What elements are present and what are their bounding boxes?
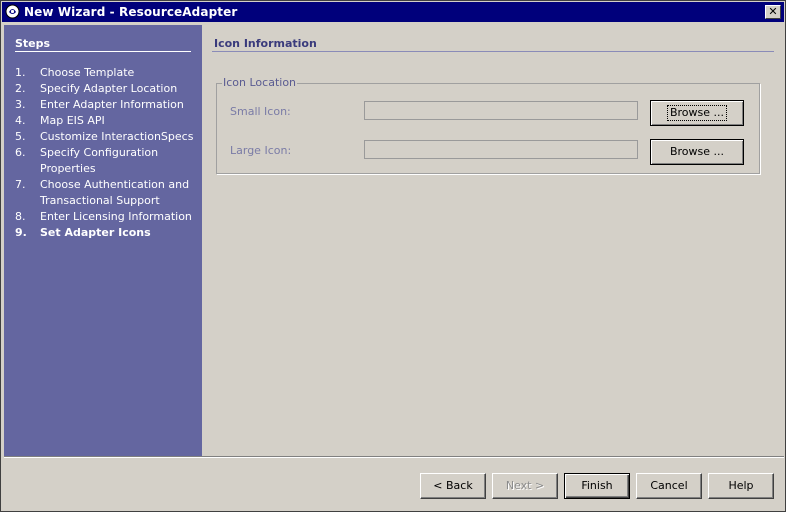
large-icon-field[interactable]: [364, 140, 638, 159]
app-icon: [5, 4, 20, 19]
step-item: 9. Set Adapter Icons: [15, 225, 200, 241]
main-panel: Icon Information Icon Location Small Ico…: [202, 25, 784, 456]
step-number: 7.: [15, 178, 26, 191]
step-item: 4. Map EIS API: [15, 113, 200, 129]
icon-location-group: Icon Location Small Icon: Browse ... Lar…: [216, 76, 760, 174]
step-label: Specify Configuration Properties: [40, 146, 159, 175]
large-icon-browse-label: Browse ...: [669, 145, 725, 158]
wizard-window: New Wizard - ResourceAdapter ✕ Steps 1. C…: [0, 0, 786, 512]
step-item: 6. Specify Configuration Properties: [15, 145, 200, 177]
small-icon-browse-button[interactable]: Browse ...: [650, 100, 744, 126]
step-item: 2. Specify Adapter Location: [15, 81, 200, 97]
step-item: 8. Enter Licensing Information: [15, 209, 200, 225]
back-button[interactable]: < Back: [420, 473, 486, 499]
finish-button[interactable]: Finish: [564, 473, 630, 499]
step-number: 5.: [15, 130, 26, 143]
step-label: Enter Licensing Information: [40, 210, 192, 223]
step-number: 1.: [15, 66, 26, 79]
window-title: New Wizard - ResourceAdapter: [24, 5, 238, 19]
step-item: 1. Choose Template: [15, 65, 200, 81]
step-label: Enter Adapter Information: [40, 98, 184, 111]
small-icon-field[interactable]: [364, 101, 638, 120]
cancel-button[interactable]: Cancel: [636, 473, 702, 499]
small-icon-browse-label: Browse ...: [666, 105, 728, 121]
step-label: Choose Authentication and Transactional …: [40, 178, 190, 207]
step-label: Customize InteractionSpecs: [40, 130, 194, 143]
large-icon-browse-button[interactable]: Browse ...: [650, 139, 744, 165]
steps-list: 1. Choose Template 2. Specify Adapter Locat…: [15, 65, 200, 241]
help-button[interactable]: Help: [708, 473, 774, 499]
footer-divider: [4, 456, 784, 458]
step-label: Specify Adapter Location: [40, 82, 178, 95]
title-bar[interactable]: New Wizard - ResourceAdapter ✕: [2, 2, 784, 22]
step-number: 3.: [15, 98, 26, 111]
section-title: Icon Information: [214, 37, 317, 50]
steps-heading: Steps: [15, 37, 51, 50]
small-icon-label: Small Icon:: [230, 105, 291, 118]
steps-divider: [15, 51, 191, 52]
steps-sidebar: Steps 1. Choose Template 2. Specify Adapter…: [4, 25, 202, 456]
step-item: 5. Customize InteractionSpecs: [15, 129, 200, 145]
step-label: Set Adapter Icons: [40, 226, 151, 239]
step-item: 3. Enter Adapter Information: [15, 97, 200, 113]
step-number: 2.: [15, 82, 26, 95]
step-number: 8.: [15, 210, 26, 223]
step-item: 7. Choose Authentication and Transactiona…: [15, 177, 200, 209]
icon-location-legend: Icon Location: [222, 76, 298, 89]
section-divider: [212, 51, 774, 52]
step-label: Choose Template: [40, 66, 135, 79]
step-label: Map EIS API: [40, 114, 105, 127]
step-number: 6.: [15, 146, 26, 159]
close-icon: ✕: [768, 5, 778, 18]
large-icon-label: Large Icon:: [230, 144, 292, 157]
step-number: 4.: [15, 114, 26, 127]
close-button[interactable]: ✕: [765, 5, 781, 19]
next-button[interactable]: Next >: [492, 473, 558, 499]
step-number: 9.: [15, 226, 27, 239]
